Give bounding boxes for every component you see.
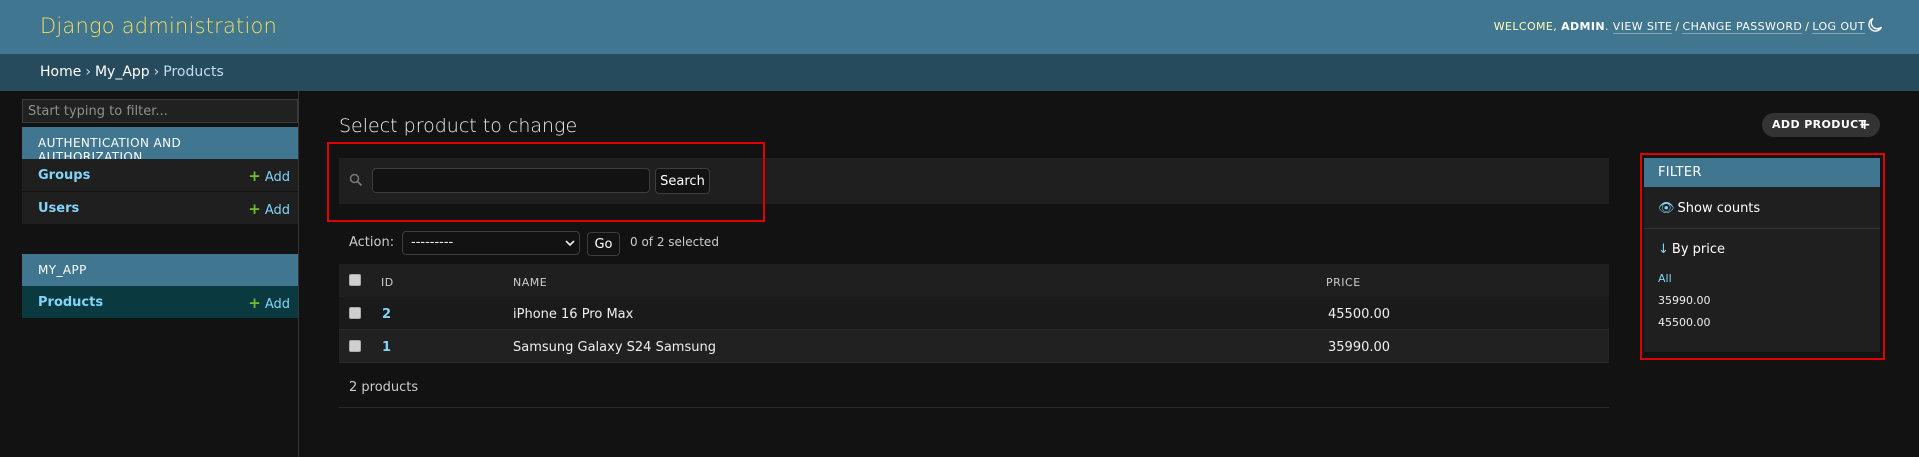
header: Django administration WELCOME, ADMIN. VI… <box>0 0 1919 54</box>
row-name: iPhone 16 Pro Max <box>513 307 634 322</box>
row-id-link[interactable]: 1 <box>382 340 391 355</box>
select-all-checkbox[interactable] <box>349 274 361 286</box>
user-tools: WELCOME, ADMIN. VIEW SITE / CHANGE PASSWOR… <box>1493 20 1865 34</box>
welcome-text: WELCOME, <box>1493 20 1558 33</box>
column-header-id[interactable]: ID <box>381 276 394 289</box>
column-header-price[interactable]: PRICE <box>1326 276 1361 289</box>
table-header: ID NAME PRICE <box>339 264 1609 297</box>
breadcrumb: Home › My_App › Products <box>0 54 1919 91</box>
action-label: Action: <box>349 235 395 250</box>
column-header-name[interactable]: NAME <box>513 276 547 289</box>
page-title: Select product to change <box>339 115 578 137</box>
row-checkbox[interactable] <box>349 307 361 319</box>
row-name: Samsung Galaxy S24 Samsung <box>513 340 716 355</box>
moon-icon[interactable] <box>1867 17 1883 33</box>
add-users-link[interactable]: + Add <box>248 200 290 218</box>
view-site-link[interactable]: VIEW SITE <box>1612 20 1673 34</box>
sidebar-item-groups[interactable]: Groups + Add <box>22 159 298 192</box>
add-products-link[interactable]: + Add <box>248 294 290 312</box>
plus-icon: + <box>248 167 261 185</box>
row-price: 35990.00 <box>1328 340 1391 355</box>
sidebar-item-label[interactable]: Products <box>38 295 103 310</box>
sidebar-item-users[interactable]: Users + Add <box>22 192 298 225</box>
change-password-link[interactable]: CHANGE PASSWORD <box>1682 20 1803 34</box>
add-product-button[interactable]: ADD PRODUCT + <box>1762 113 1880 137</box>
site-branding[interactable]: Django administration <box>40 14 277 38</box>
sidebar-item-label[interactable]: Groups <box>38 168 90 183</box>
add-groups-link[interactable]: + Add <box>248 167 290 185</box>
breadcrumb-app[interactable]: My_App <box>95 64 150 80</box>
plus-icon: + <box>248 294 261 312</box>
sidebar: AUTHENTICATION AND AUTHORIZATION Groups … <box>22 91 299 457</box>
table-row: 1 Samsung Galaxy S24 Samsung 35990.00 <box>339 330 1609 363</box>
selected-count: 0 of 2 selected <box>630 235 719 249</box>
log-out-link[interactable]: LOG OUT <box>1812 20 1865 34</box>
action-select[interactable]: --------- <box>402 231 580 255</box>
breadcrumb-current: Products <box>163 64 224 80</box>
paginator: 2 products <box>339 366 1609 408</box>
row-price: 45500.00 <box>1328 307 1391 322</box>
row-id-link[interactable]: 2 <box>382 307 391 322</box>
app-caption-auth[interactable]: AUTHENTICATION AND AUTHORIZATION <box>22 127 298 164</box>
highlight-box-filter <box>1640 153 1885 360</box>
result-list-table: ID NAME PRICE 2 iPhone 16 Pro Max 45500.… <box>339 264 1609 363</box>
sidebar-item-products[interactable]: Products + Add <box>22 286 298 319</box>
username: ADMIN <box>1561 20 1605 33</box>
plus-icon: + <box>248 200 261 218</box>
sidebar-item-label[interactable]: Users <box>38 201 79 216</box>
plus-icon: + <box>1858 117 1871 133</box>
nav-filter-input[interactable] <box>22 99 298 123</box>
breadcrumb-home[interactable]: Home <box>40 64 81 80</box>
chevron-down-icon <box>565 240 575 247</box>
table-row: 2 iPhone 16 Pro Max 45500.00 <box>339 297 1609 330</box>
go-button[interactable]: Go <box>587 232 620 256</box>
highlight-box-search <box>327 142 765 222</box>
actions-bar: Action: --------- Go 0 of 2 selected <box>339 228 1039 258</box>
app-caption-my-app[interactable]: MY_APP <box>22 254 298 286</box>
row-checkbox[interactable] <box>349 340 361 352</box>
